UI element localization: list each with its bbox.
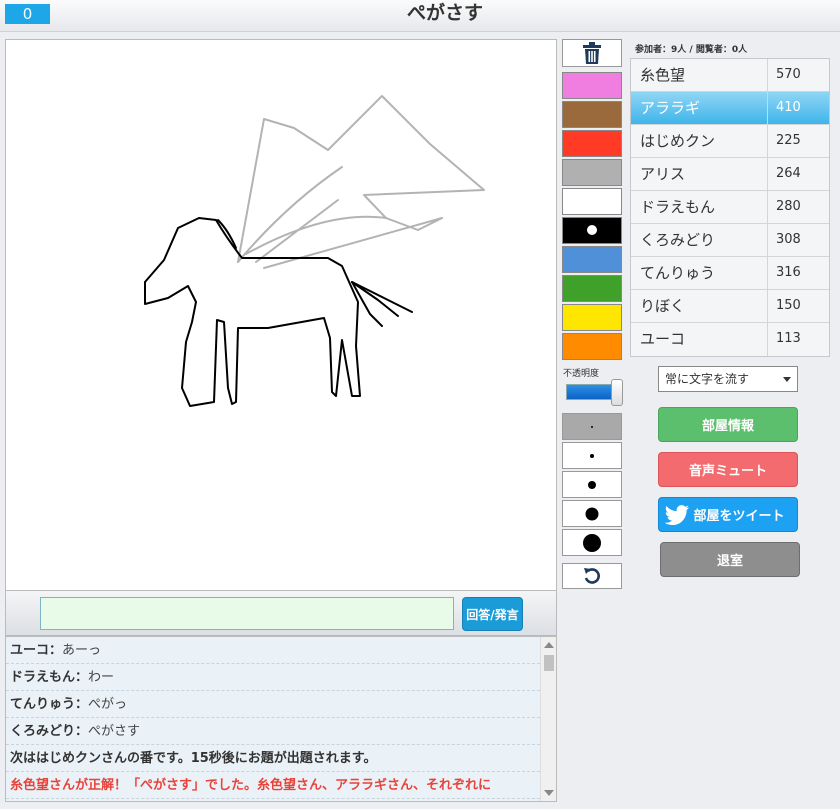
- player-row: ユーコ 113: [631, 323, 829, 356]
- player-score: 264: [776, 166, 801, 181]
- player-row: 糸色望 570: [631, 59, 829, 92]
- brush-dot-icon: [585, 507, 599, 520]
- color-swatch[interactable]: [562, 275, 622, 302]
- undo-button[interactable]: [562, 563, 622, 589]
- drawing-canvas[interactable]: [5, 39, 557, 591]
- chat-author: てんりゅう: [10, 697, 76, 712]
- color-swatch[interactable]: [562, 217, 622, 244]
- selected-color-indicator: [587, 225, 597, 235]
- chat-text: ぺがさす: [88, 724, 141, 739]
- color-swatch[interactable]: [562, 159, 622, 186]
- player-name: くろみどり: [631, 224, 768, 256]
- color-swatch[interactable]: [562, 101, 622, 128]
- twitter-icon: [665, 505, 689, 525]
- player-row: りぼく 150: [631, 290, 829, 323]
- trash-icon: [583, 42, 601, 64]
- system-message: 次ははじめクンさんの番です。15秒後にお題が出題されます。: [6, 745, 540, 772]
- chat-message: くろみどり：ぺがさす: [6, 718, 540, 745]
- player-name: てんりゅう: [631, 257, 768, 289]
- player-score: 308: [776, 232, 801, 247]
- chat-text: ぺがっ: [88, 697, 128, 712]
- brush-dot-icon: [583, 533, 601, 552]
- chat-message: ユーコ：あーっ: [6, 637, 540, 664]
- correct-answer-message: 糸色望さんが正解！「ぺがさす」でした。糸色望さん、アララギさん、それぞれに: [6, 772, 540, 799]
- chat-text: わー: [88, 670, 115, 685]
- color-swatch[interactable]: [562, 333, 622, 360]
- chat-author: ユーコ: [10, 643, 50, 658]
- brush-dot-icon: [591, 425, 593, 428]
- chat-scrollbar[interactable]: [540, 637, 556, 801]
- player-name: アララギ: [631, 92, 768, 124]
- player-score: 225: [776, 133, 801, 148]
- player-name: ユーコ: [631, 323, 768, 356]
- tweet-room-button[interactable]: 部屋をツイート: [658, 497, 798, 532]
- player-list: 糸色望 570 アララギ 410 はじめクン 225 アリス 264 ドラえもん 280 くろみどり…: [630, 58, 830, 357]
- player-name: ドラえもん: [631, 191, 768, 223]
- player-score: 280: [776, 199, 801, 214]
- brush-size-option[interactable]: [562, 413, 622, 440]
- participant-count: 参加者：9人 / 閲覧者：0人: [635, 45, 748, 55]
- page-title: ぺがさす: [406, 2, 483, 24]
- brush-dot-icon: [588, 480, 596, 489]
- opacity-slider-handle[interactable]: [611, 379, 623, 406]
- player-name: アリス: [631, 158, 768, 190]
- player-score: 316: [776, 265, 801, 280]
- scroll-down-icon[interactable]: [544, 790, 554, 796]
- answer-bar: 回答/発言: [5, 591, 557, 636]
- player-score: 570: [776, 67, 801, 82]
- opacity-label: 不透明度: [563, 369, 600, 379]
- top-bar: 0 ぺがさす: [0, 0, 840, 32]
- scroll-thumb[interactable]: [544, 655, 554, 671]
- clear-canvas-button[interactable]: [562, 39, 622, 67]
- player-row: アララギ 410: [631, 92, 829, 125]
- player-row: ドラえもん 280: [631, 191, 829, 224]
- color-swatch[interactable]: [562, 246, 622, 273]
- brush-size-option[interactable]: [562, 500, 622, 527]
- player-row: てんりゅう 316: [631, 257, 829, 290]
- chat-message: ドラえもん：わー: [6, 664, 540, 691]
- chat-author: くろみどり: [10, 724, 76, 739]
- color-swatch[interactable]: [562, 72, 622, 99]
- brush-size-option[interactable]: [562, 471, 622, 498]
- chat-text: あーっ: [62, 643, 102, 658]
- player-score: 150: [776, 298, 801, 313]
- player-score: 410: [776, 100, 801, 115]
- tweet-label: 部屋をツイート: [693, 509, 785, 524]
- color-swatch[interactable]: [562, 304, 622, 331]
- text-scroll-select[interactable]: 常に文字を流す: [658, 366, 798, 392]
- brush-size-option[interactable]: [562, 442, 622, 469]
- player-name: 糸色望: [631, 59, 768, 91]
- brush-dot-icon: [590, 453, 594, 458]
- room-info-button[interactable]: 部屋情報: [658, 407, 798, 442]
- undo-icon: [584, 568, 600, 584]
- player-name: りぼく: [631, 290, 768, 322]
- leave-room-button[interactable]: 退室: [660, 542, 800, 577]
- color-swatch[interactable]: [562, 130, 622, 157]
- player-row: くろみどり 308: [631, 224, 829, 257]
- player-row: はじめクン 225: [631, 125, 829, 158]
- mute-button[interactable]: 音声ミュート: [658, 452, 798, 487]
- color-swatch[interactable]: [562, 188, 622, 215]
- pegasus-drawing: [144, 95, 485, 407]
- player-score: 113: [776, 331, 801, 346]
- chat-log[interactable]: ユーコ：あーっ ドラえもん：わー てんりゅう：ぺがっ くろみどり：ぺがさす 次は…: [5, 636, 557, 802]
- select-value: 常に文字を流す: [665, 372, 750, 386]
- player-name: はじめクン: [631, 125, 768, 157]
- answer-button[interactable]: 回答/発言: [462, 597, 523, 631]
- chevron-down-icon: [783, 377, 791, 382]
- chat-author: ドラえもん: [10, 670, 76, 685]
- chat-message: てんりゅう：ぺがっ: [6, 691, 540, 718]
- answer-input[interactable]: [40, 597, 454, 630]
- player-row: アリス 264: [631, 158, 829, 191]
- brush-size-option[interactable]: [562, 529, 622, 556]
- scroll-up-icon[interactable]: [544, 642, 554, 648]
